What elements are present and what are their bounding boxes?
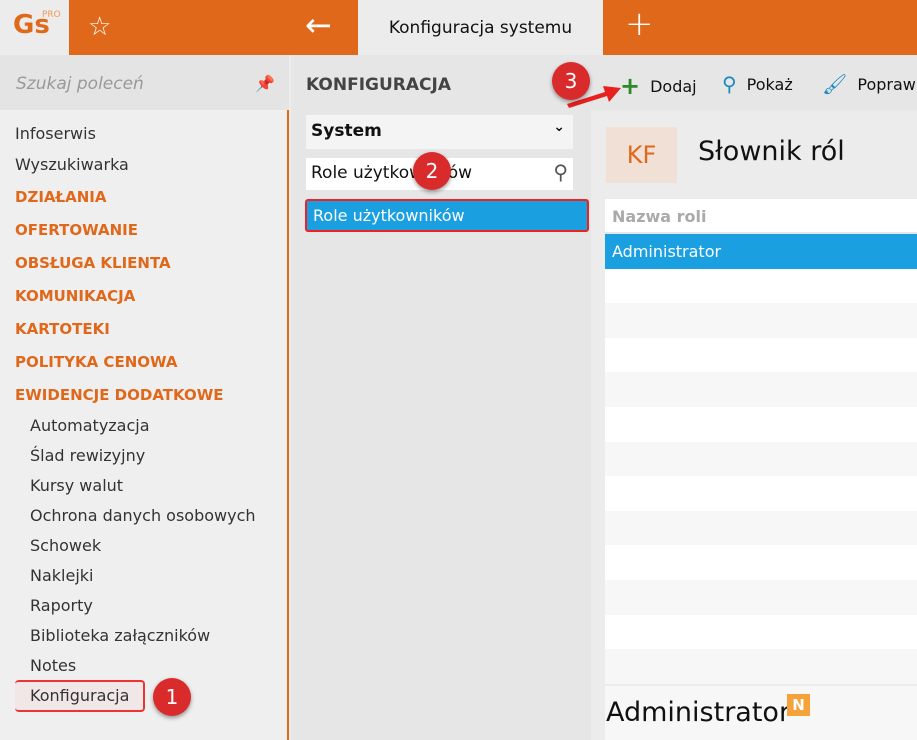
sidebar-subitem[interactable]: Ochrona danych osobowych (30, 506, 256, 525)
sidebar-category[interactable]: POLITYKA CENOWA (15, 353, 177, 371)
sidebar-item-infoserwis[interactable]: Infoserwis (15, 124, 96, 143)
empty-row (605, 476, 917, 511)
module-badge: KF (606, 127, 677, 183)
empty-row (605, 649, 917, 684)
sidebar-subitem[interactable]: Schowek (30, 536, 101, 555)
pin-icon[interactable]: 📌 (255, 74, 275, 93)
step-marker-1: 1 (153, 678, 191, 716)
empty-row (605, 269, 917, 304)
sidebar-subitem-konfiguracja[interactable]: Konfiguracja (30, 686, 129, 705)
empty-row (605, 615, 917, 650)
sidebar-subitem[interactable]: Kursy walut (30, 476, 123, 495)
app-logo: Gs PRO (0, 0, 69, 55)
search-placeholder: Szukaj poleceń (16, 74, 144, 94)
chevron-down-icon: ⌄ (553, 119, 565, 135)
select-value: System (311, 121, 382, 141)
show-button[interactable]: ⚲ Pokaż (722, 72, 793, 96)
empty-row (605, 579, 917, 615)
sidebar-subitem[interactable]: Notes (30, 656, 76, 675)
empty-row (605, 372, 917, 407)
table-row[interactable]: Administrator (605, 234, 917, 269)
sidebar-subitem[interactable]: Raporty (30, 596, 93, 615)
new-badge: N (787, 694, 810, 716)
sidebar-item-wyszukiwarka[interactable]: Wyszukiwarka (15, 155, 129, 174)
table-body: Administrator (605, 234, 917, 684)
favorites-star-icon[interactable]: ☆ (88, 12, 111, 42)
empty-row (605, 407, 917, 442)
brush-icon: 🖌 (822, 72, 848, 96)
tab-konfiguracja-systemu[interactable]: Konfiguracja systemu (358, 0, 603, 55)
empty-row (605, 545, 917, 580)
sidebar-subitem[interactable]: Naklejki (30, 566, 93, 585)
page-title: Słownik ról (698, 136, 845, 167)
sidebar-subitem[interactable]: Biblioteka załączników (30, 626, 210, 645)
module-select[interactable]: System ⌄ (306, 115, 573, 149)
step-marker-2: 2 (413, 152, 451, 190)
add-label: Dodaj (650, 76, 697, 96)
sidebar-category[interactable]: OFERTOWANIE (15, 221, 138, 239)
config-panel-title: KONFIGURACJA (306, 75, 451, 95)
detail-title: Administrator (606, 697, 791, 728)
show-label: Pokaż (746, 74, 793, 94)
search-icon[interactable]: ⚲ (553, 160, 568, 184)
sidebar-subitem[interactable]: Ślad rewizyjny (30, 446, 145, 465)
result-item[interactable]: Role użytkowników (305, 199, 589, 232)
edit-label: Popraw (857, 74, 916, 94)
empty-row (605, 510, 917, 546)
new-tab-plus-icon[interactable]: + (625, 4, 654, 44)
sidebar-category[interactable]: EWIDENCJE DODATKOWE (15, 386, 224, 404)
sidebar-category[interactable]: KARTOTEKI (15, 320, 110, 338)
sidebar-category[interactable]: OBSŁUGA KLIENTA (15, 254, 171, 272)
column-header[interactable]: Nazwa roli (605, 199, 917, 234)
sidebar-subitem[interactable]: Automatyzacja (30, 416, 150, 435)
tab-label: Konfiguracja systemu (388, 17, 573, 38)
empty-row (605, 338, 917, 373)
command-search-input[interactable]: Szukaj poleceń (0, 55, 289, 110)
empty-row (605, 441, 917, 477)
empty-row (605, 303, 917, 338)
step-marker-3: 3 (552, 62, 590, 100)
logo-pro: PRO (42, 10, 61, 20)
sidebar-category[interactable]: DZIAŁANIA (15, 188, 107, 206)
magnifier-icon: ⚲ (722, 72, 737, 96)
back-arrow-icon[interactable]: ← (305, 6, 332, 44)
add-button[interactable]: + Dodaj (620, 72, 697, 100)
sidebar-category[interactable]: KOMUNIKACJA (15, 287, 135, 305)
roles-table: Nazwa roli Administrator (605, 199, 917, 684)
edit-button[interactable]: 🖌 Popraw (822, 72, 916, 96)
